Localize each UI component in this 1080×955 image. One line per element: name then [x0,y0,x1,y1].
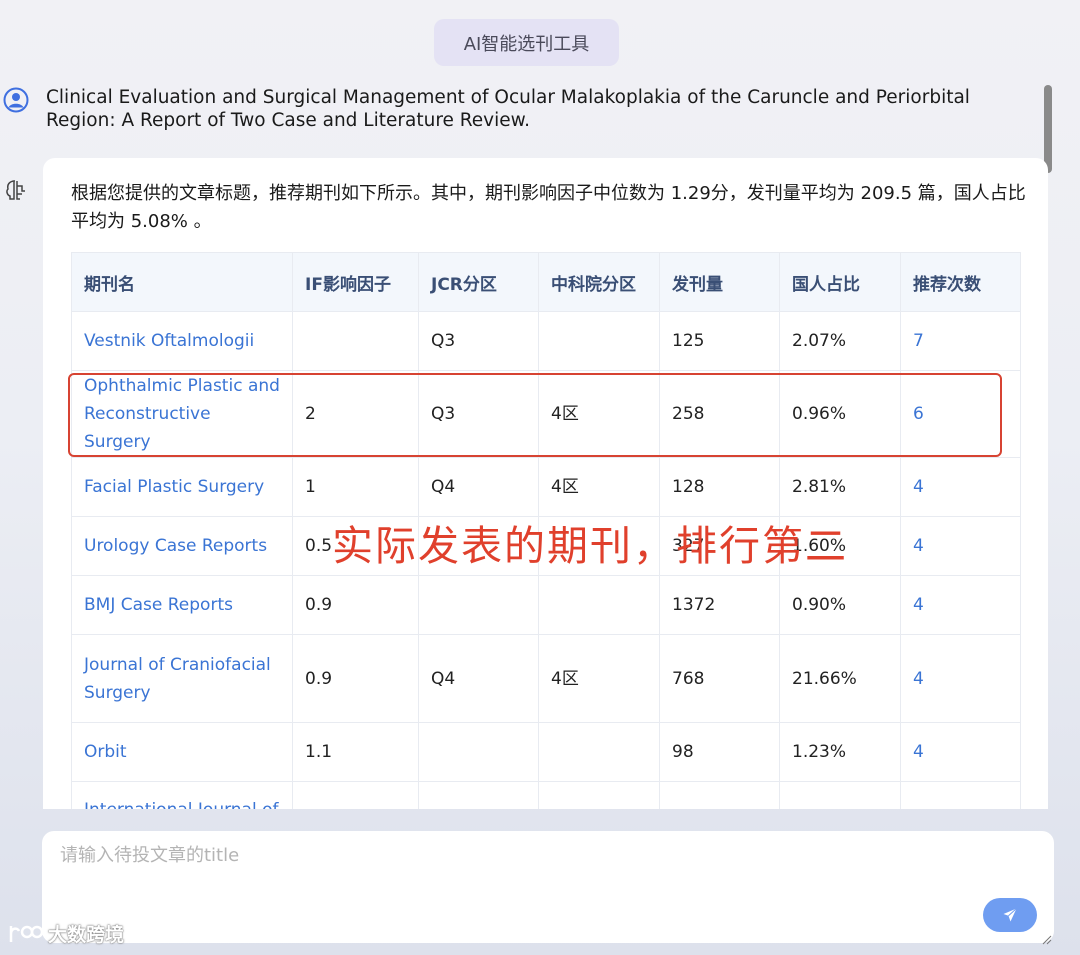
cn-ratio-cell: 2.07% [779,311,901,371]
cn-ratio-cell [779,781,901,809]
cas-cell [538,722,660,782]
table-row: Ophthalmic Plastic and Reconstructive Su… [71,370,1021,458]
col-header-cn-ratio: 国人占比 [779,252,901,312]
count-link[interactable]: 6 [900,370,1021,458]
watermark-logo-icon [9,925,44,942]
if-cell: 0.9 [292,634,419,723]
watermark-text: 大数跨境 [48,924,125,946]
app-title: AI智能选刊工具 [434,19,619,66]
journal-link[interactable]: Ophthalmic Plastic and Reconstructive Su… [71,370,293,458]
table-row: Facial Plastic Surgery 1 Q4 4区 128 2.81%… [71,457,1021,517]
cn-ratio-cell: 1.23% [779,722,901,782]
cn-ratio-cell: 0.96% [779,370,901,458]
bot-avatar-icon [3,177,29,203]
if-cell [292,781,419,809]
annotation-text: 实际发表的期刊，排行第二 [332,522,848,570]
cn-ratio-cell: 21.66% [779,634,901,723]
jcr-cell [418,722,539,782]
watermark: 大数跨境 [8,920,124,947]
count-link[interactable]: 4 [900,516,1021,576]
cas-cell [538,311,660,371]
count-link[interactable]: 4 [900,634,1021,723]
answer-card: 根据您提供的文章标题，推荐期刊如下所示。其中，期刊影响因子中位数为 1.29分，… [43,158,1048,809]
count-link[interactable]: 4 [900,575,1021,635]
if-cell: 1 [292,457,419,517]
volume-cell: 1372 [659,575,780,635]
if-cell: 0.9 [292,575,419,635]
resize-grip-icon[interactable] [1040,930,1052,945]
cas-cell: 4区 [538,457,660,517]
col-header-name: 期刊名 [71,252,293,312]
col-header-cas: 中科院分区 [538,252,660,312]
volume-cell: 98 [659,722,780,782]
send-icon [1003,908,1017,922]
journal-link[interactable]: Urology Case Reports [71,516,293,576]
count-link[interactable]: 4 [900,722,1021,782]
col-header-jcr: JCR分区 [418,252,539,312]
jcr-cell: Q3 [418,370,539,458]
jcr-cell: Q4 [418,457,539,517]
jcr-cell: Q3 [418,311,539,371]
volume-cell [659,781,780,809]
journal-link[interactable]: BMJ Case Reports [71,575,293,635]
if-cell [292,311,419,371]
col-header-count: 推荐次数 [900,252,1021,312]
volume-cell: 768 [659,634,780,723]
jcr-cell: Q4 [418,634,539,723]
answer-intro: 根据您提供的文章标题，推荐期刊如下所示。其中，期刊影响因子中位数为 1.29分，… [71,183,1026,232]
journal-link[interactable]: International Journal of [71,781,293,809]
col-header-volume: 发刊量 [659,252,780,312]
cn-ratio-cell: 0.90% [779,575,901,635]
cas-cell: 4区 [538,634,660,723]
volume-cell: 125 [659,311,780,371]
table-header-row: 期刊名 IF影响因子 JCR分区 中科院分区 发刊量 国人占比 推荐次数 [71,252,1021,312]
table-row: BMJ Case Reports 0.9 1372 0.90% 4 [71,575,1021,635]
journal-link[interactable]: Journal of Craniofacial Surgery [71,634,293,723]
if-cell: 2 [292,370,419,458]
volume-cell: 258 [659,370,780,458]
scrollbar-thumb[interactable] [1044,85,1052,173]
count-link[interactable]: 4 [900,457,1021,517]
count-link[interactable] [900,781,1021,809]
user-avatar-icon [3,87,29,113]
journal-link[interactable]: Orbit [71,722,293,782]
volume-cell: 128 [659,457,780,517]
journal-link[interactable]: Facial Plastic Surgery [71,457,293,517]
title-input-box [42,831,1054,943]
col-header-if: IF影响因子 [292,252,419,312]
table-row: Orbit 1.1 98 1.23% 4 [71,722,1021,782]
journal-link[interactable]: Vestnik Oftalmologii [71,311,293,371]
count-link[interactable]: 7 [900,311,1021,371]
table-row: Journal of Craniofacial Surgery 0.9 Q4 4… [71,634,1021,723]
jcr-cell [418,575,539,635]
if-cell: 1.1 [292,722,419,782]
user-message: Clinical Evaluation and Surgical Managem… [46,87,970,131]
cas-cell [538,575,660,635]
table-row: International Journal of [71,781,1021,809]
table-row: Vestnik Oftalmologii Q3 125 2.07% 7 [71,311,1021,371]
title-input[interactable] [42,831,1054,943]
cas-cell: 4区 [538,370,660,458]
jcr-cell [418,781,539,809]
cn-ratio-cell: 2.81% [779,457,901,517]
send-button[interactable] [983,898,1037,932]
cas-cell [538,781,660,809]
